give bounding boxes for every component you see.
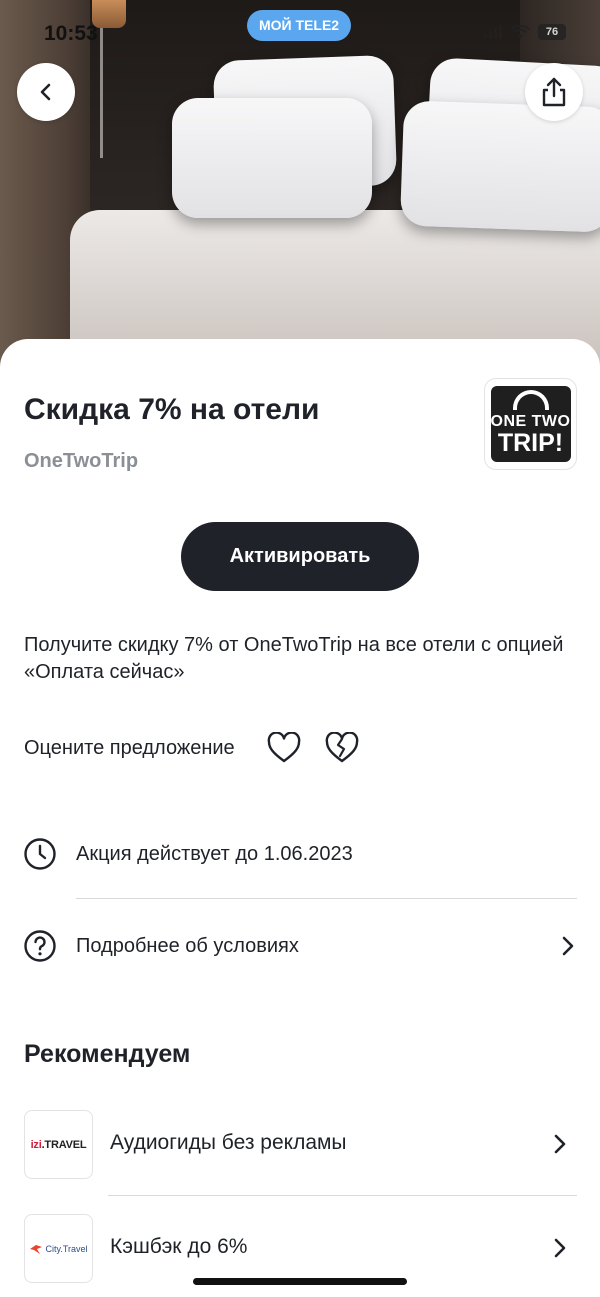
terms-row[interactable]: Подробнее об условиях [0, 927, 600, 965]
recommend-item-text: Кэшбэк до 6% [110, 1235, 248, 1258]
terms-text: Подробнее об условиях [76, 934, 299, 957]
partner-name: OneTwoTrip [24, 450, 139, 472]
logo-text-city: City.Travel [45, 1243, 88, 1254]
divider [76, 898, 577, 899]
heart-icon [267, 732, 301, 763]
back-button[interactable] [17, 63, 75, 121]
wifi-icon [510, 24, 530, 39]
rating-label: Оцените предложение [24, 737, 235, 759]
status-indicators: 76 [484, 24, 566, 40]
share-icon [542, 77, 566, 107]
share-button[interactable] [525, 63, 583, 121]
logo-text-bottom: TRIP! [497, 429, 564, 457]
city-travel-logo: City.Travel [24, 1214, 93, 1283]
bird-icon [30, 1244, 43, 1254]
izi-travel-logo: izi.TRAVEL [24, 1110, 93, 1179]
carrier-pill[interactable]: МОЙ TELE2 [247, 10, 352, 41]
logo-text-top: ONE TWO [490, 413, 571, 430]
recommend-item-text: Аудиогиды без рекламы [110, 1131, 347, 1154]
recommend-heading: Рекомендуем [24, 1040, 191, 1068]
chevron-left-icon [40, 83, 51, 101]
divider [108, 1195, 577, 1196]
partner-logo: ONE TWO TRIP! [484, 378, 577, 470]
recommend-item-city-travel[interactable]: City.Travel Кэшбэк до 6% [0, 1214, 600, 1283]
clock-icon [22, 836, 58, 872]
question-circle-icon [22, 928, 58, 964]
broken-heart-icon [325, 732, 359, 763]
dislike-button[interactable] [325, 731, 359, 765]
like-button[interactable] [267, 731, 301, 765]
activate-button[interactable]: Активировать [181, 522, 419, 591]
chevron-right-icon [550, 1238, 570, 1258]
offer-description: Получите скидку 7% от OneTwoTrip на все … [24, 634, 564, 683]
home-indicator[interactable] [193, 1278, 407, 1285]
logo-text-izi: izi [30, 1138, 42, 1151]
signal-icon [484, 25, 502, 39]
hero-image [0, 0, 600, 370]
validity-row: Акция действует до 1.06.2023 [0, 835, 600, 873]
recommend-item-izi-travel[interactable]: izi.TRAVEL Аудиогиды без рекламы [0, 1110, 600, 1179]
logo-text-travel: .TRAVEL [41, 1138, 87, 1151]
status-time: 10:53 [44, 22, 98, 45]
chevron-right-icon [550, 1134, 570, 1154]
validity-text: Акция действует до 1.06.2023 [76, 842, 353, 865]
chevron-right-icon [558, 936, 578, 956]
offer-title: Скидка 7% на отели [24, 393, 320, 426]
battery-icon: 76 [538, 24, 566, 40]
